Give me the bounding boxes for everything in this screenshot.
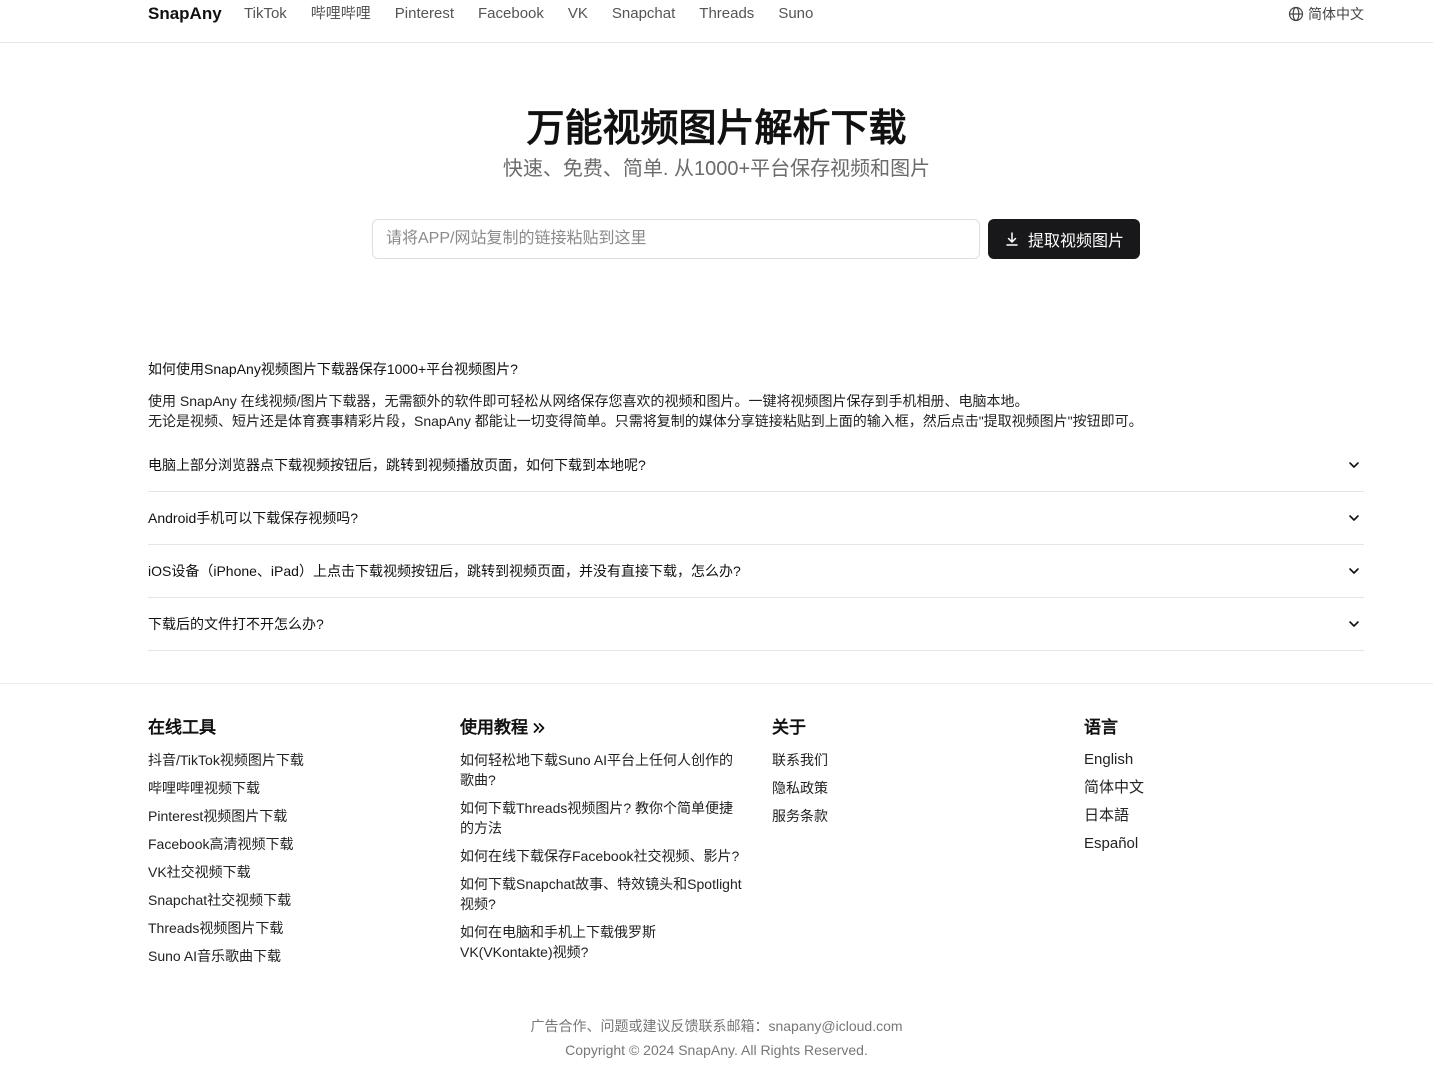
footer-link-privacy[interactable]: 隐私政策 — [772, 778, 1052, 798]
faq-open-question[interactable]: 如何使用SnapAny视频图片下载器保存1000+平台视频图片? — [148, 359, 518, 379]
faq-item[interactable]: Android手机可以下载保存视频吗? — [148, 492, 1364, 545]
faq-question: iOS设备（iPhone、iPad）上点击下载视频按钮后，跳转到视频页面，并没有… — [148, 563, 741, 579]
url-input[interactable] — [372, 219, 980, 259]
nav-link-pinterest[interactable]: Pinterest — [395, 4, 454, 24]
faq-question: 下载后的文件打不开怎么办? — [148, 616, 324, 632]
footer-about-heading: 关于 — [772, 718, 806, 737]
language-switcher[interactable]: 简体中文 — [1288, 4, 1364, 24]
faq-item[interactable]: 电脑上部分浏览器点下载视频按钮后，跳转到视频播放页面，如何下载到本地呢? — [148, 439, 1364, 492]
footer-link[interactable]: 如何在电脑和手机上下载俄罗斯VK(VKontakte)视频? — [460, 922, 745, 962]
nav-link-bilibili[interactable]: 哔哩哔哩 — [311, 4, 371, 24]
globe-icon — [1288, 6, 1304, 22]
footer-link[interactable]: 如何下载Threads视频图片? 教你个简单便捷的方法 — [460, 798, 745, 838]
footer-link[interactable]: 如何下载Snapchat故事、特效镜头和Spotlight视频? — [460, 874, 745, 914]
footer-link[interactable]: VK社交视频下载 — [148, 862, 428, 882]
double-chevron-right-icon — [533, 723, 545, 733]
chevron-down-icon — [1349, 568, 1359, 574]
nav-link-snapchat[interactable]: Snapchat — [612, 4, 675, 24]
footer-tutorials-title: 使用教程 — [460, 718, 528, 737]
nav-link-threads[interactable]: Threads — [699, 4, 754, 24]
top-navigation: SnapAny TikTok 哔哩哔哩 Pinterest Facebook V… — [0, 0, 1433, 43]
chevron-down-icon — [1349, 515, 1359, 521]
nav-link-facebook[interactable]: Facebook — [478, 4, 544, 24]
faq-item[interactable]: iOS设备（iPhone、iPad）上点击下载视频按钮后，跳转到视频页面，并没有… — [148, 545, 1364, 598]
footer-language-heading: 语言 — [1084, 718, 1118, 737]
footer-link[interactable]: 抖音/TikTok视频图片下载 — [148, 750, 428, 770]
faq-answer-line: 无论是视频、短片还是体育赛事精彩片段，SnapAny 都能让一切变得简单。只需将… — [148, 413, 1143, 429]
nav-link-suno[interactable]: Suno — [778, 4, 813, 24]
page-title: 万能视频图片解析下载 — [526, 108, 907, 150]
copyright-text: Copyright © 2024 SnapAny. All Rights Res… — [565, 1042, 868, 1058]
footer-about-column: 关于 联系我们 隐私政策 服务条款 — [772, 716, 1052, 834]
faq-answer-line: 使用 SnapAny 在线视频/图片下载器，无需额外的软件即可轻松从网络保存您喜… — [148, 393, 1029, 409]
faq-question: Android手机可以下载保存视频吗? — [148, 510, 359, 526]
faq-question: 电脑上部分浏览器点下载视频按钮后，跳转到视频播放页面，如何下载到本地呢? — [148, 457, 646, 473]
language-option-english[interactable]: English — [1084, 750, 1364, 770]
footer-link[interactable]: Pinterest视频图片下载 — [148, 806, 428, 826]
footer-link[interactable]: 如何轻松地下载Suno AI平台上任何人创作的歌曲? — [460, 750, 745, 790]
faq-item[interactable]: 下载后的文件打不开怎么办? — [148, 598, 1364, 651]
footer-tutorials-column: 使用教程 如何轻松地下载Suno AI平台上任何人创作的歌曲? 如何下载Thre… — [460, 716, 745, 970]
footer-link[interactable]: Suno AI音乐歌曲下载 — [148, 946, 428, 966]
faq-open-answer: 使用 SnapAny 在线视频/图片下载器，无需额外的软件即可轻松从网络保存您喜… — [148, 391, 1368, 431]
footer-link[interactable]: Threads视频图片下载 — [148, 918, 428, 938]
contact-email-line: 广告合作、问题或建议反馈联系邮箱：snapany@icloud.com — [530, 1018, 903, 1034]
footer-link-contact[interactable]: 联系我们 — [772, 750, 1052, 770]
language-switcher-label: 简体中文 — [1308, 6, 1364, 22]
footer-link[interactable]: Snapchat社交视频下载 — [148, 890, 428, 910]
footer-link[interactable]: 如何在线下载保存Facebook社交视频、影片? — [460, 846, 745, 866]
language-option-japanese[interactable]: 日本語 — [1084, 806, 1364, 826]
download-icon — [1006, 232, 1018, 246]
chevron-down-icon — [1349, 621, 1359, 627]
footer-tools-heading: 在线工具 — [148, 718, 216, 737]
nav-link-tiktok[interactable]: TikTok — [244, 4, 287, 24]
chevron-down-icon — [1349, 462, 1359, 468]
footer-language-column: 语言 English 简体中文 日本語 Español — [1084, 716, 1364, 862]
language-option-spanish[interactable]: Español — [1084, 834, 1364, 854]
extract-button[interactable]: 提取视频图片 — [988, 219, 1140, 259]
platform-nav: TikTok 哔哩哔哩 Pinterest Facebook VK Snapch… — [244, 4, 813, 24]
footer-tutorials-heading[interactable]: 使用教程 — [460, 716, 745, 740]
footer-link[interactable]: 哔哩哔哩视频下载 — [148, 778, 428, 798]
footer-link[interactable]: Facebook高清视频下载 — [148, 834, 428, 854]
footer-link-terms[interactable]: 服务条款 — [772, 806, 1052, 826]
footer-divider — [0, 683, 1433, 684]
page-subtitle: 快速、免费、简单. 从1000+平台保存视频和图片 — [502, 158, 931, 180]
footer-tools-column: 在线工具 抖音/TikTok视频图片下载 哔哩哔哩视频下载 Pinterest视… — [148, 716, 428, 974]
nav-link-vk[interactable]: VK — [568, 4, 588, 24]
brand-logo[interactable]: SnapAny — [148, 4, 222, 24]
extract-button-label: 提取视频图片 — [1027, 233, 1124, 250]
language-option-chinese[interactable]: 简体中文 — [1084, 778, 1364, 798]
